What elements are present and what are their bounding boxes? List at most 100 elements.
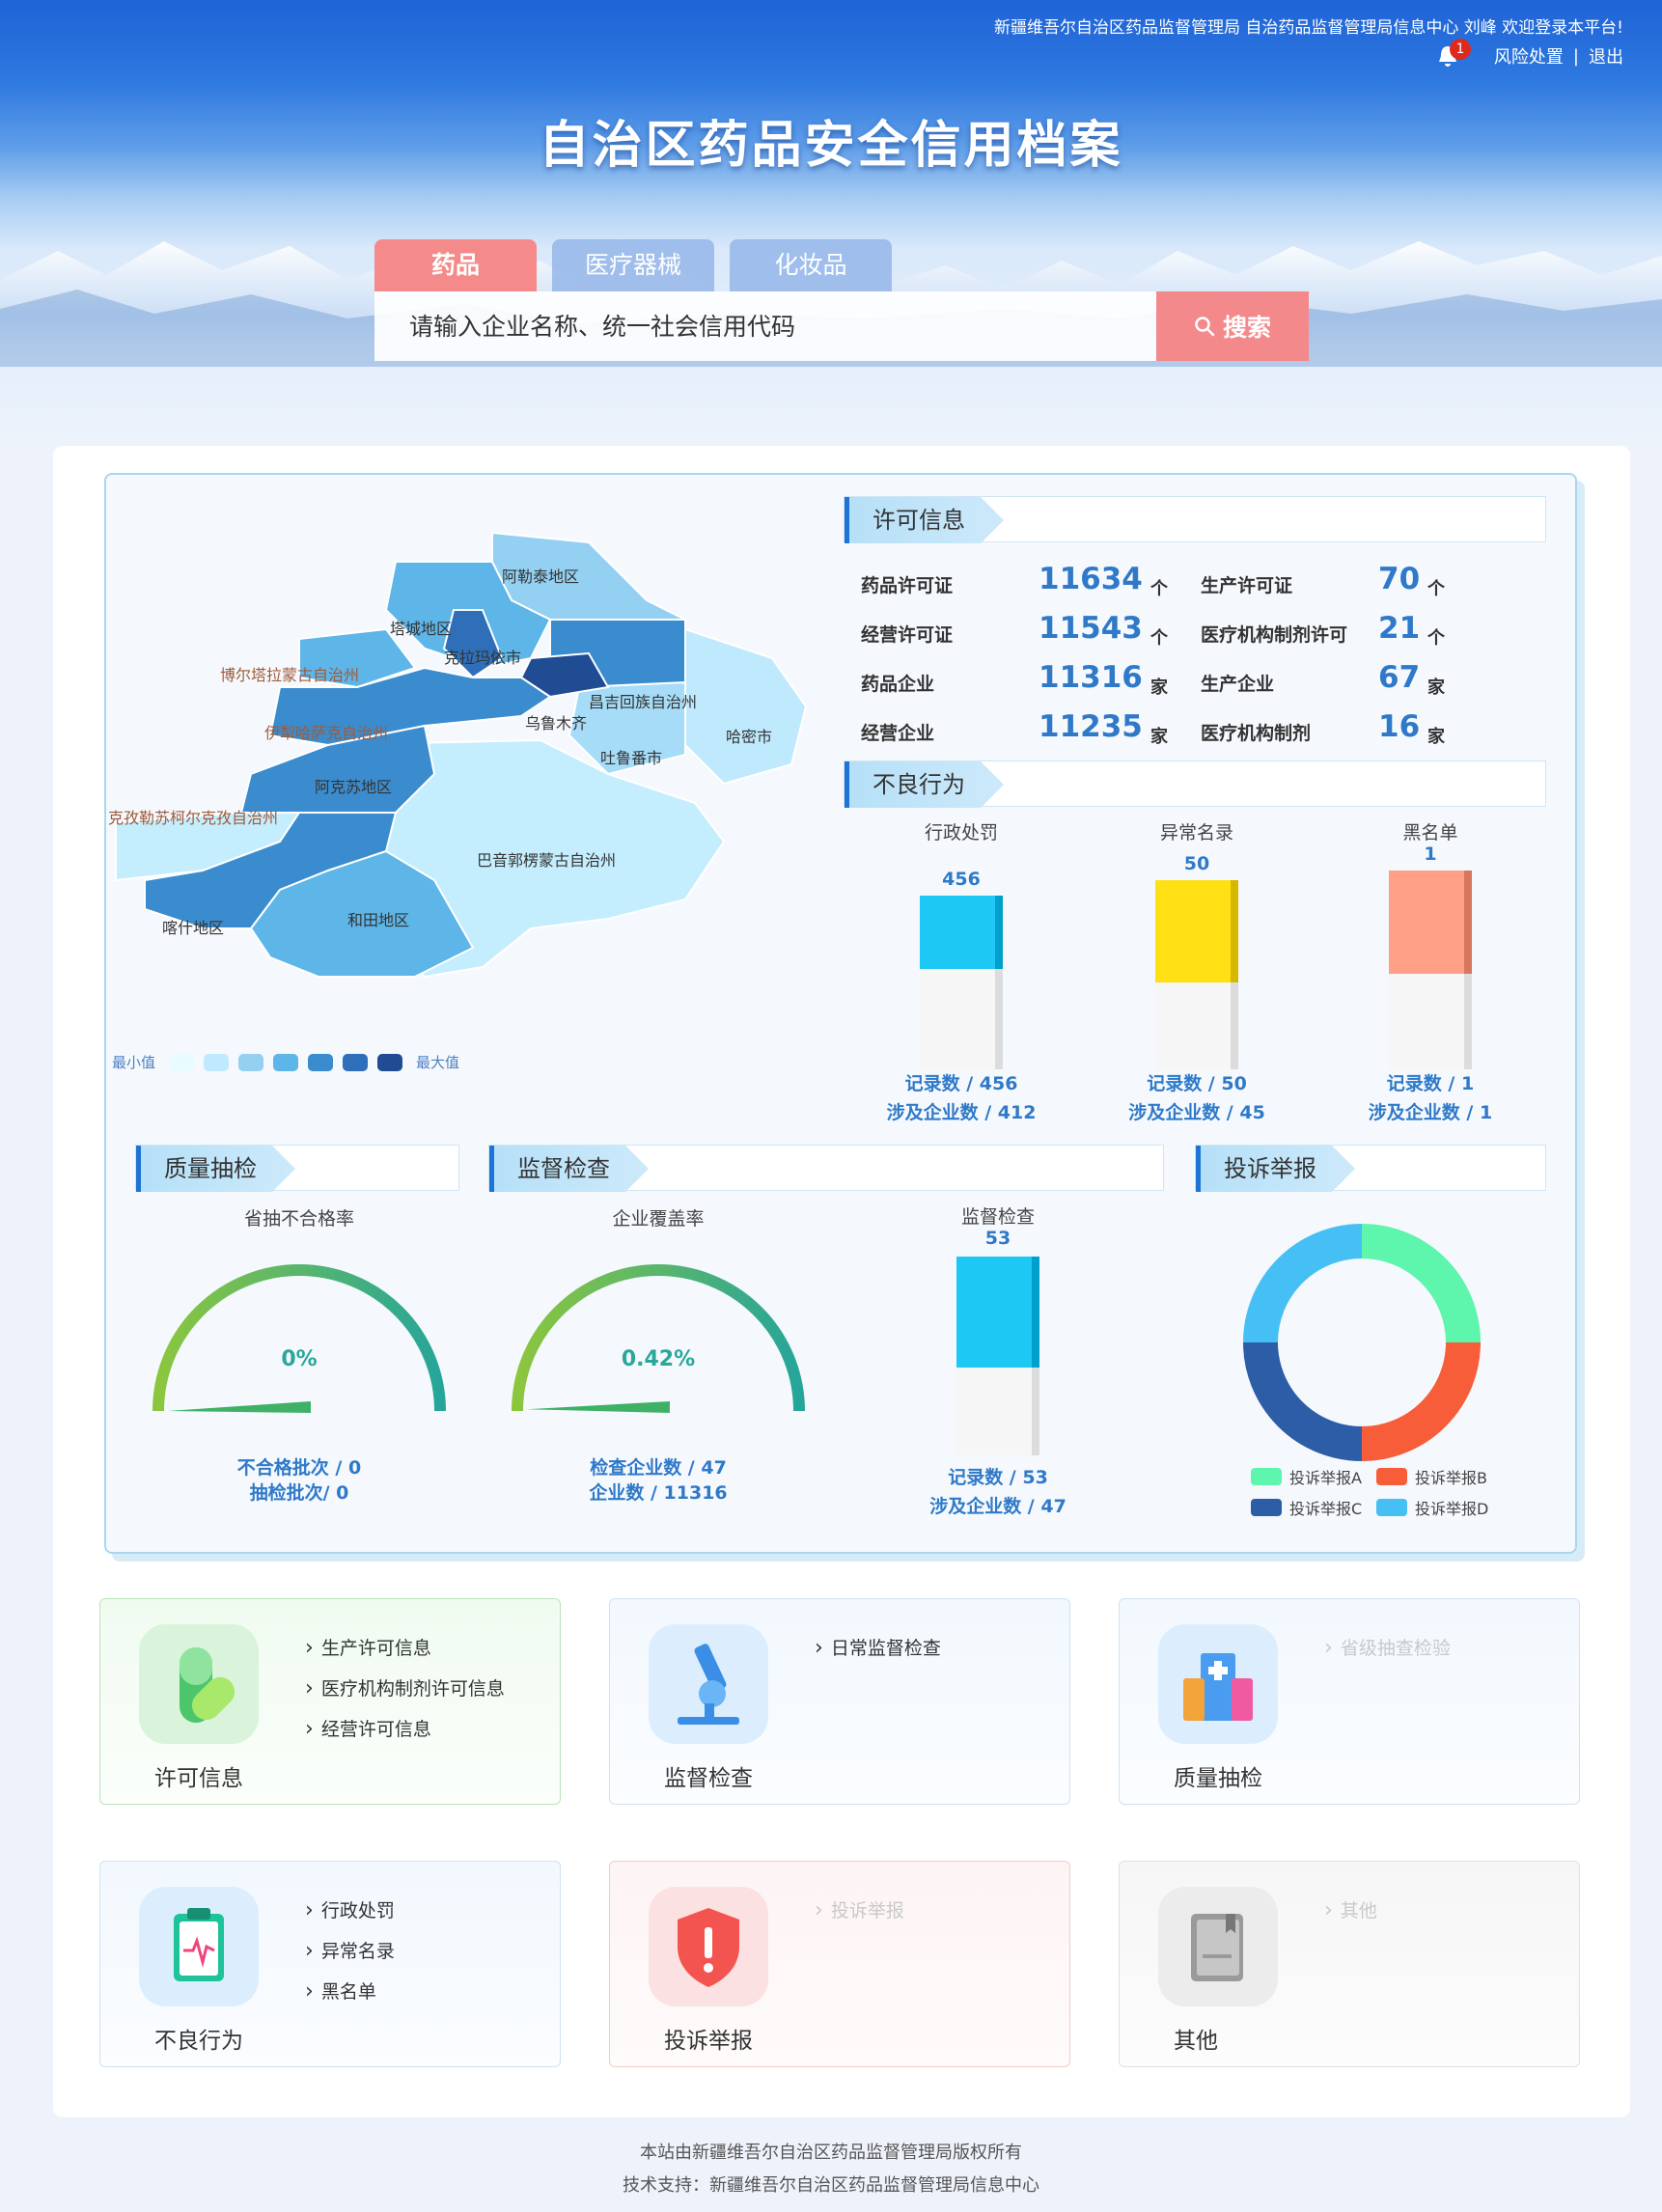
map-label-altay: 阿勒泰地区 [502, 567, 580, 586]
supervision-gauge-needle [527, 1401, 671, 1413]
legend-swatch [1251, 1499, 1282, 1516]
license-item-unit: 家 [1150, 677, 1168, 698]
map-label-turpan: 吐鲁番市 [600, 749, 663, 767]
license-section-header: 许可信息 [844, 496, 1546, 543]
page-header: 新疆维吾尔自治区药品监督管理局 自治药品监督管理局信息中心 刘峰 欢迎登录本平台… [0, 0, 1662, 454]
license-item-value: 21 [1378, 611, 1421, 646]
legend-swatch [1376, 1499, 1407, 1516]
license-item-value: 67 [1378, 660, 1421, 695]
legend-label: 投诉举报A [1289, 1469, 1362, 1487]
nav-card-bad-behavior[interactable]: 不良行为 行政处罚 异常名录 黑名单 [99, 1861, 561, 2067]
link-other[interactable]: 其他 [1324, 1896, 1377, 1922]
search-button[interactable]: 搜索 [1156, 291, 1309, 361]
nav-card-quality-title: 质量抽检 [1174, 1766, 1262, 1791]
nav-card-complaint[interactable]: 投诉举报 投诉举报 [609, 1861, 1070, 2067]
logout-link[interactable]: 退出 [1589, 43, 1623, 69]
legend-swatch [169, 1053, 195, 1071]
license-item-unit: 个 [1150, 628, 1168, 649]
quality-stat-failed: 不合格批次 / 0 [236, 1457, 362, 1479]
legend-label: 投诉举报D [1415, 1500, 1489, 1518]
donut-legend-item[interactable]: 投诉举报C [1251, 1496, 1362, 1519]
quality-gauge-arc [152, 1264, 446, 1412]
bar-value-label: 456 [942, 869, 981, 890]
supervision-bar-value: 53 [984, 1228, 1011, 1249]
risk-link[interactable]: 风险处置 [1494, 43, 1564, 69]
license-item-unit: 个 [1150, 579, 1168, 599]
map-label-karamay: 克拉玛依市 [444, 649, 522, 667]
book-icon [1158, 1887, 1278, 2006]
tab-drug[interactable]: 药品 [374, 239, 537, 291]
bar-category-label: 黑名单 [1402, 822, 1458, 843]
license-item-value: 11316 [1039, 660, 1143, 695]
nav-card-supervision[interactable]: 监督检查 日常监督检查 [609, 1598, 1070, 1805]
donut-legend-item[interactable]: 投诉举报D [1376, 1496, 1488, 1519]
top-actions: 1 风险处置 | 退出 [1434, 39, 1623, 69]
link-abnormal-list[interactable]: 异常名录 [305, 1937, 395, 1963]
bad-behavior-bar-fill [1155, 880, 1234, 982]
license-item-label: 药品许可证 [861, 575, 954, 596]
legend-swatch [1251, 1468, 1282, 1485]
bell-icon[interactable]: 1 [1434, 39, 1471, 69]
legend-swatch [204, 1053, 230, 1071]
map-label-hotan: 和田地区 [347, 911, 410, 929]
license-item-value: 11543 [1039, 611, 1143, 646]
nav-card-supervision-title: 监督检查 [664, 1766, 753, 1791]
bar-record-count: 记录数 / 1 [1386, 1073, 1475, 1094]
link-complaint-report[interactable]: 投诉举报 [815, 1896, 904, 1922]
license-item-value: 70 [1378, 562, 1421, 596]
map-label-ili: 伊犁哈萨克自治州 [264, 724, 389, 742]
clipboard-icon [139, 1887, 259, 2006]
donut-slice[interactable] [1361, 1341, 1481, 1461]
license-item-label: 医疗机构制剂 [1201, 723, 1312, 744]
quality-gauge-needle [168, 1401, 311, 1413]
bar-record-count: 记录数 / 50 [1147, 1073, 1247, 1094]
nav-card-other[interactable]: 其他 其他 [1119, 1861, 1580, 2067]
link-blacklist[interactable]: 黑名单 [305, 1977, 376, 2004]
bad-behavior-section-header: 不良行为 [844, 760, 1546, 808]
supervision-gauge-arc [512, 1264, 805, 1412]
link-admin-penalty[interactable]: 行政处罚 [305, 1896, 395, 1922]
tab-medical-device[interactable]: 医疗器械 [552, 239, 714, 291]
map-label-hami: 哈密市 [726, 728, 773, 746]
supervision-bar-fill [956, 1257, 1036, 1368]
bad-behavior-bar-fill-side [1231, 880, 1238, 982]
license-item-label: 药品企业 [861, 674, 935, 695]
donut-slice[interactable] [1361, 1224, 1481, 1343]
donut-legend-item[interactable]: 投诉举报A [1251, 1465, 1362, 1488]
map-label-kashgar: 喀什地区 [162, 919, 225, 937]
legend-scale [169, 1053, 403, 1071]
license-item-value: 11634 [1039, 562, 1143, 596]
bad-behavior-bar-fill-side [1464, 871, 1472, 974]
nav-card-license-title: 许可信息 [154, 1766, 243, 1791]
map-label-kizilsu: 克孜勒苏柯尔克孜自治州 [108, 809, 279, 827]
link-business-license[interactable]: 经营许可信息 [305, 1715, 431, 1741]
footer-tech-support: 技术支持：新疆维吾尔自治区药品监督管理局信息中心 [623, 2175, 1039, 2196]
link-daily-inspection[interactable]: 日常监督检查 [815, 1634, 941, 1660]
bar-category-label: 行政处罚 [924, 822, 998, 843]
link-medical-prep-license[interactable]: 医疗机构制剂许可信息 [305, 1674, 505, 1700]
legend-swatch [377, 1053, 403, 1071]
supervision-bar [956, 1257, 1039, 1455]
donut-slice[interactable] [1243, 1224, 1363, 1343]
bad-behavior-bar [1155, 880, 1238, 1069]
license-item-unit: 家 [1150, 727, 1168, 747]
bar-record-count: 记录数 / 456 [904, 1073, 1018, 1094]
tab-cosmetics[interactable]: 化妆品 [730, 239, 892, 291]
legend-swatch [308, 1053, 334, 1071]
shield-alert-icon [649, 1887, 768, 2006]
link-production-license[interactable]: 生产许可信息 [305, 1634, 431, 1660]
supervision-bar-title: 监督检查 [960, 1206, 1035, 1228]
license-item-unit: 个 [1427, 579, 1445, 599]
quality-gauge-value: 0% [281, 1347, 318, 1371]
quality-gauge [152, 1264, 446, 1413]
legend-swatch [238, 1053, 264, 1071]
footer-copyright: 本站由新疆维吾尔自治区药品监督管理局版权所有 [640, 2143, 1022, 2163]
link-provincial-sampling[interactable]: 省级抽查检验 [1324, 1634, 1451, 1660]
nav-card-quality[interactable]: 质量抽检 省级抽查检验 [1119, 1598, 1580, 1805]
legend-swatch [1376, 1468, 1407, 1485]
nav-card-license[interactable]: 许可信息 生产许可信息 医疗机构制剂许可信息 经营许可信息 [99, 1598, 561, 1805]
donut-slice[interactable] [1243, 1341, 1363, 1461]
legend-swatch [343, 1053, 369, 1071]
search-input[interactable] [374, 291, 1156, 361]
donut-legend-item[interactable]: 投诉举报B [1376, 1465, 1487, 1488]
